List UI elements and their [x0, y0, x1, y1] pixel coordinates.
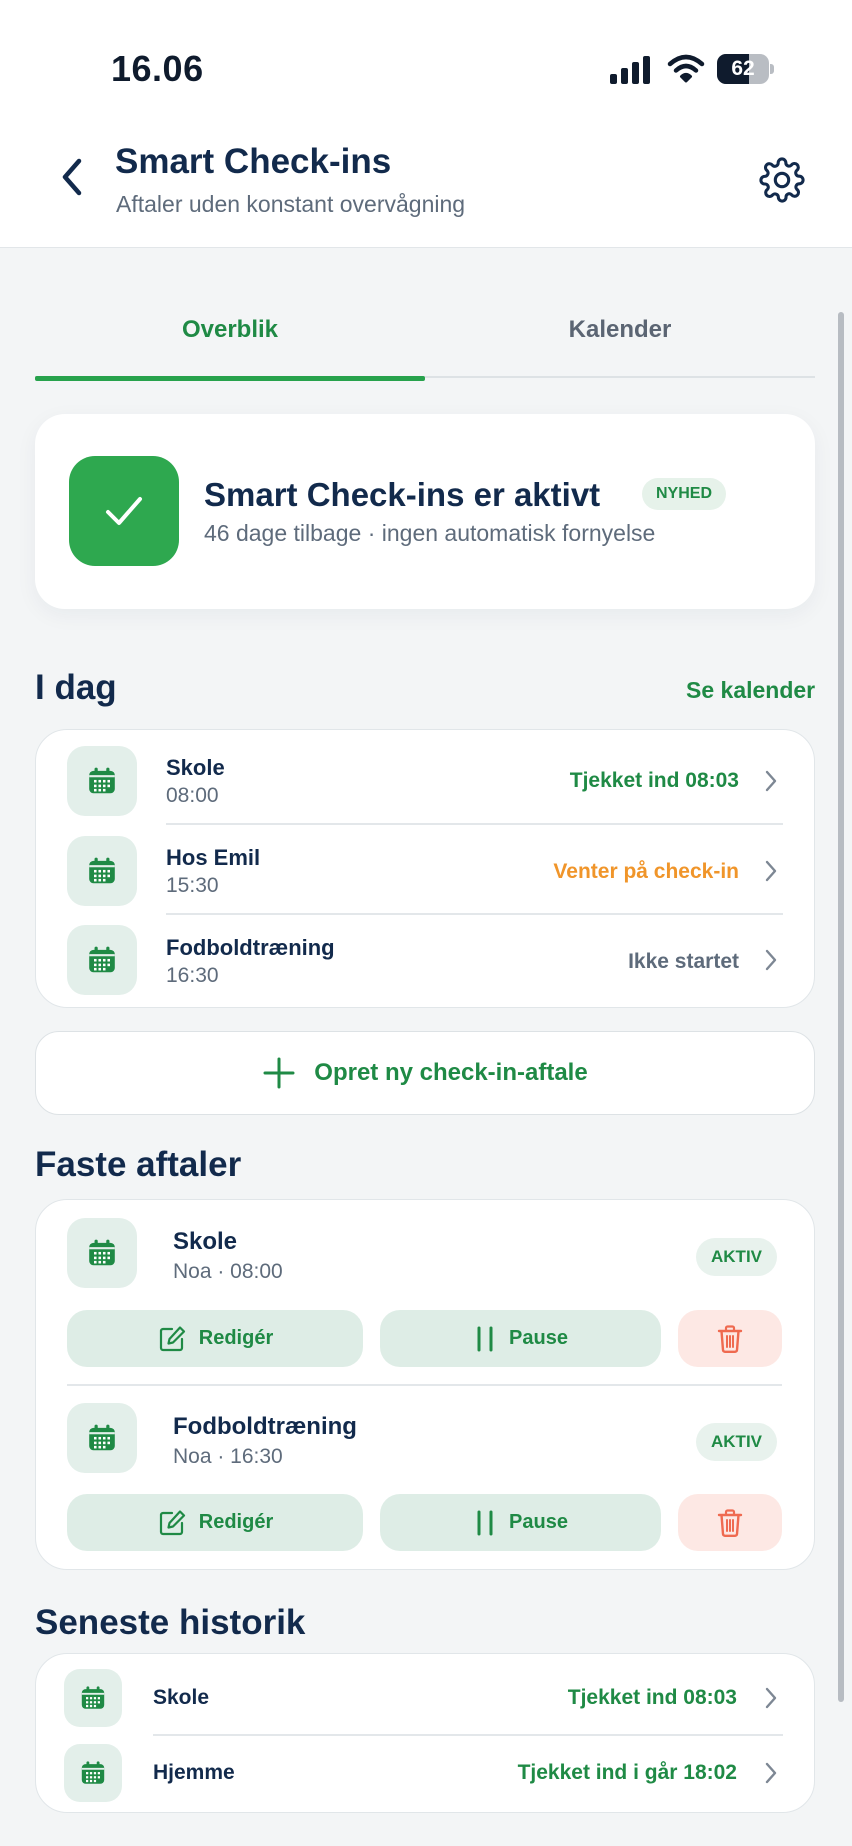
appointment-name: Skole — [173, 1228, 238, 1255]
appointment-time: 16:30 — [166, 964, 219, 987]
page-subtitle: Aftaler uden konstant overvågning — [116, 191, 466, 217]
scrollbar[interactable] — [838, 312, 844, 1702]
new-badge: NYHED — [642, 478, 727, 510]
edit-icon — [159, 1509, 185, 1535]
appointment-status: Ikke startet — [628, 950, 739, 973]
appointment-detail: Noa · 16:30 — [173, 1445, 283, 1468]
row-divider — [166, 913, 783, 915]
row-divider — [166, 823, 783, 825]
appointment-detail: Noa · 08:00 — [173, 1260, 283, 1283]
delete-button[interactable] — [678, 1310, 782, 1367]
edit-button[interactable]: Redigér — [67, 1494, 363, 1551]
appointment-time: 15:30 — [166, 874, 219, 897]
trash-icon — [717, 1324, 743, 1353]
signal-icon — [610, 56, 652, 84]
calendar-icon — [67, 925, 137, 995]
today-title: I dag — [35, 668, 117, 707]
edit-label: Redigér — [198, 1511, 274, 1533]
chevron-right-icon — [761, 857, 781, 885]
delete-button[interactable] — [678, 1494, 782, 1551]
history-status: Tjekket ind 08:03 — [567, 1686, 737, 1709]
calendar-icon — [67, 1403, 137, 1473]
row-divider — [67, 1384, 782, 1386]
history-name: Hjemme — [153, 1761, 235, 1784]
appointment-name: Hos Emil — [166, 845, 261, 870]
calendar-icon — [67, 1218, 137, 1288]
appointment-time: 08:00 — [166, 784, 219, 807]
pause-icon — [477, 1510, 493, 1535]
wifi-icon — [667, 54, 705, 83]
tab-bar: Overblik Kalender — [35, 300, 815, 381]
active-tab-indicator — [35, 376, 425, 381]
appointment-name: Fodboldtræning — [166, 935, 335, 960]
trash-icon — [717, 1508, 743, 1537]
calendar-icon — [67, 746, 137, 816]
battery-percentage: 62 — [731, 57, 755, 80]
see-calendar-link[interactable]: Se kalender — [686, 677, 815, 704]
today-list: Skole 08:00 Tjekket ind 08:03 Hos Emil 1… — [35, 729, 815, 1008]
pause-icon — [477, 1326, 493, 1351]
appointment-status: Tjekket ind 08:03 — [569, 769, 739, 792]
history-title: Seneste historik — [35, 1603, 306, 1642]
create-appointment-button[interactable]: Opret ny check-in-aftale — [35, 1031, 815, 1115]
edit-label: Redigér — [198, 1327, 274, 1349]
check-icon — [69, 456, 179, 566]
status-subtitle: 46 dage tilbage · ingen automatisk forny… — [204, 520, 656, 546]
fixed-appointments-title: Faste aftaler — [35, 1145, 242, 1184]
plus-icon — [263, 1057, 295, 1089]
history-list: Skole Tjekket ind 08:03 Hjemme Tjekket i… — [35, 1653, 815, 1813]
settings-button[interactable] — [756, 154, 808, 206]
edit-icon — [159, 1325, 185, 1351]
status-badge: AKTIV — [696, 1238, 777, 1276]
page-title: Smart Check-ins — [115, 142, 392, 181]
chevron-right-icon — [761, 1759, 781, 1787]
pause-label: Pause — [509, 1511, 568, 1533]
status-badge: AKTIV — [696, 1423, 777, 1461]
appointment-name: Skole — [166, 755, 225, 780]
chevron-right-icon — [761, 946, 781, 974]
calendar-icon — [67, 836, 137, 906]
gear-icon — [759, 157, 805, 203]
battery-indicator: 62 — [717, 54, 774, 84]
pause-button[interactable]: Pause — [380, 1310, 661, 1367]
chevron-right-icon — [761, 767, 781, 795]
calendar-icon — [64, 1669, 122, 1727]
pause-label: Pause — [509, 1327, 568, 1349]
tab-overblik[interactable]: Overblik — [35, 300, 425, 381]
history-name: Skole — [153, 1686, 210, 1709]
history-status: Tjekket ind i går 18:02 — [517, 1761, 737, 1784]
status-time: 16.06 — [111, 48, 204, 89]
appointment-status: Venter på check-in — [553, 860, 739, 883]
fixed-appointments-list: Skole Noa · 08:00 AKTIV Redigér Pause Fo… — [35, 1199, 815, 1570]
chevron-left-icon — [62, 158, 82, 196]
calendar-icon — [64, 1744, 122, 1802]
create-appointment-label: Opret ny check-in-aftale — [314, 1059, 588, 1086]
appointment-name: Fodboldtræning — [173, 1413, 357, 1440]
header: 16.06 62 Smart Check-ins Aftaler uden ko… — [0, 0, 852, 248]
row-divider — [153, 1734, 783, 1736]
tab-kalender-label: Kalender — [568, 316, 672, 343]
back-button[interactable] — [52, 152, 92, 202]
pause-button[interactable]: Pause — [380, 1494, 661, 1551]
chevron-right-icon — [761, 1684, 781, 1712]
tab-overblik-label: Overblik — [181, 316, 279, 343]
status-card: Smart Check-ins er aktivt NYHED 46 dage … — [35, 414, 815, 609]
status-title: Smart Check-ins er aktivt — [204, 476, 601, 513]
edit-button[interactable]: Redigér — [67, 1310, 363, 1367]
tab-kalender[interactable]: Kalender — [425, 300, 815, 378]
